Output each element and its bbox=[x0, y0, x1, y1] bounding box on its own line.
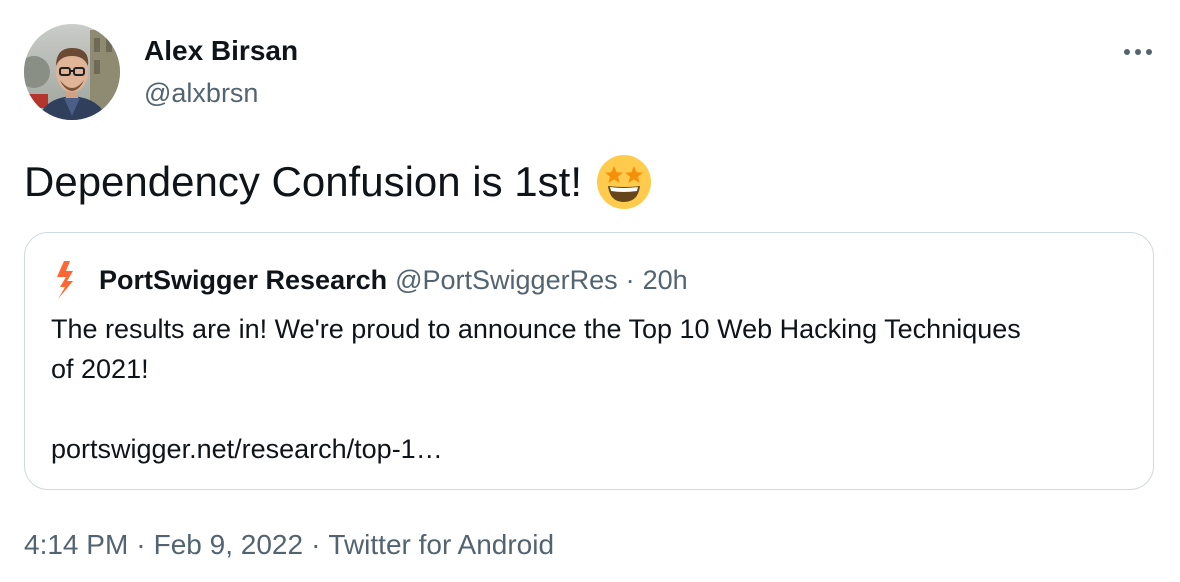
quoted-tweet-body: The results are in! We're proud to annou… bbox=[51, 309, 1131, 469]
quoted-timestamp: 20h bbox=[642, 265, 688, 295]
tweet-metadata: 4:14 PM · Feb 9, 2022 · Twitter for Android bbox=[24, 526, 554, 564]
tweet-card: Alex Birsan @alxbrsn Dependency Confusio… bbox=[0, 0, 1180, 582]
avatar[interactable] bbox=[24, 24, 120, 120]
quoted-link[interactable]: portswigger.net/research/top-1… bbox=[51, 429, 1131, 469]
quoted-text-line: of 2021! bbox=[51, 354, 149, 384]
quoted-author-handle: @PortSwiggerRes bbox=[395, 265, 618, 295]
quoted-tweet-header: PortSwigger Research @PortSwiggerRes · 2… bbox=[51, 261, 688, 299]
tweet-text: Dependency Confusion is 1st! bbox=[24, 154, 652, 210]
star-struck-emoji-icon bbox=[596, 154, 652, 210]
author-handle[interactable]: @alxbrsn bbox=[144, 76, 258, 110]
tweet-text-content: Dependency Confusion is 1st! bbox=[24, 158, 582, 205]
avatar-photo bbox=[24, 24, 120, 120]
more-options-button[interactable] bbox=[1116, 34, 1160, 70]
meta-separator: · bbox=[136, 529, 146, 560]
tweet-time[interactable]: 4:14 PM bbox=[24, 529, 128, 560]
more-horizontal-icon bbox=[1124, 49, 1152, 55]
quoted-blank-line bbox=[51, 389, 1131, 429]
tweet-source[interactable]: Twitter for Android bbox=[328, 529, 554, 560]
tweet-date[interactable]: Feb 9, 2022 bbox=[154, 529, 303, 560]
quoted-author-name: PortSwigger Research bbox=[99, 265, 388, 295]
portswigger-bolt-icon bbox=[51, 261, 77, 299]
quoted-tweet[interactable]: PortSwigger Research @PortSwiggerRes · 2… bbox=[24, 232, 1154, 490]
quoted-separator: · bbox=[625, 265, 635, 295]
quoted-text-line: The results are in! We're proud to annou… bbox=[51, 314, 1021, 344]
author-name[interactable]: Alex Birsan bbox=[144, 34, 298, 68]
meta-separator: · bbox=[311, 529, 321, 560]
